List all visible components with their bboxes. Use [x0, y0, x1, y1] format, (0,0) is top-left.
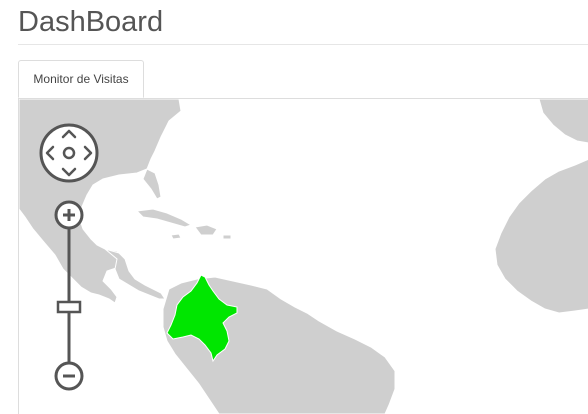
page-title: DashBoard [18, 6, 164, 38]
hispaniola-land [194, 224, 218, 236]
title-divider [18, 44, 588, 45]
zoom-out-icon[interactable] [53, 360, 85, 392]
florida-land [142, 168, 162, 200]
central-america-land [104, 248, 166, 300]
zoom-in-icon[interactable] [53, 199, 85, 231]
puerto-rico-land [222, 234, 232, 240]
world-map[interactable] [19, 99, 588, 414]
map-panel[interactable] [18, 99, 588, 414]
tab-monitor-de-visitas[interactable]: Monitor de Visitas [18, 60, 144, 98]
zoom-slider-handle[interactable] [56, 300, 82, 314]
pan-control-icon[interactable] [37, 121, 101, 185]
europe-land [538, 99, 588, 144]
cuba-land [135, 208, 193, 228]
jamaica-land [170, 233, 182, 240]
africa-land [494, 158, 588, 314]
